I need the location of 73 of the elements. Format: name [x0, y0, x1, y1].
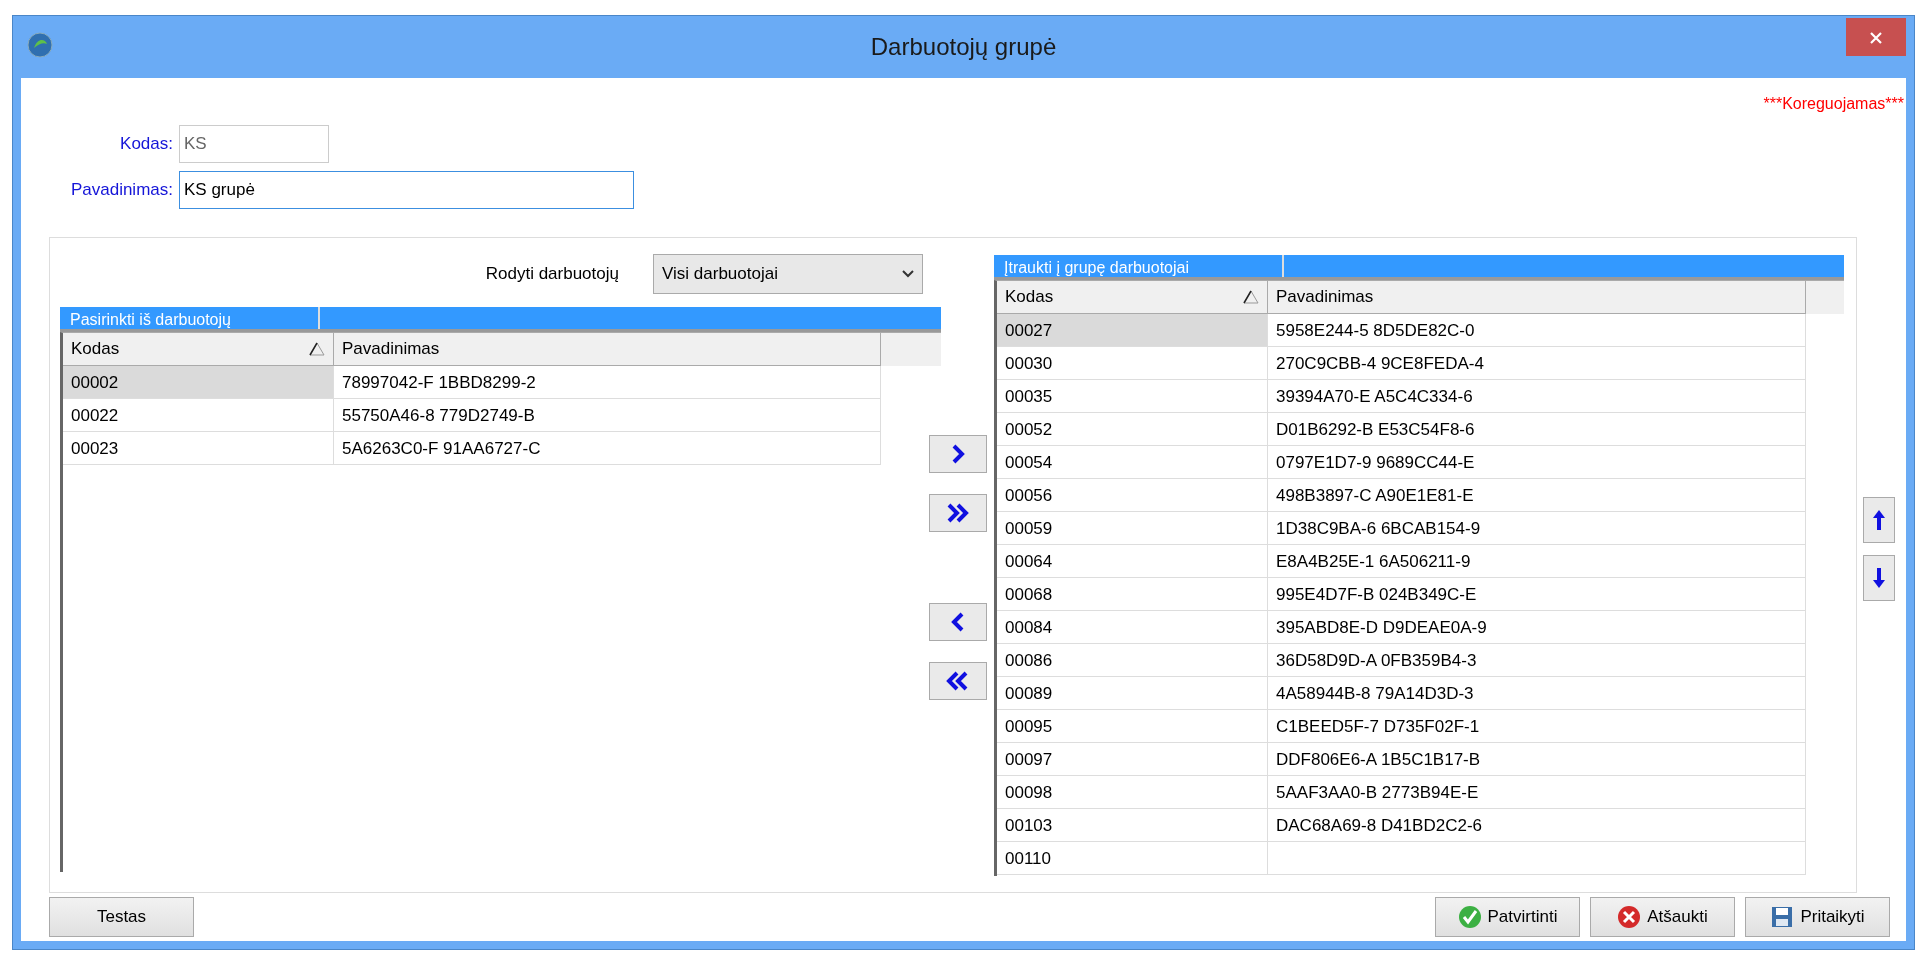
table-cell[interactable]: 5A6263C0-F 91AA6727-C [334, 432, 881, 465]
table-cell[interactable]: 00056 [997, 479, 1268, 512]
table-cell[interactable]: 4A58944B-8 79A14D3D-3 [1268, 677, 1806, 710]
table-cell[interactable]: 5958E244-5 8D5DE82C-0 [1268, 314, 1806, 347]
table-cell[interactable]: 00103 [997, 809, 1268, 842]
move-up-button[interactable] [1863, 497, 1895, 543]
table-cell[interactable]: C1BEED5F-7 D735F02F-1 [1268, 710, 1806, 743]
table-cell[interactable]: DDF806E6-A 1B5C1B17-B [1268, 743, 1806, 776]
sort-icon [309, 342, 325, 356]
move-down-button[interactable] [1863, 555, 1895, 601]
table-cell[interactable]: 00097 [997, 743, 1268, 776]
table-cell[interactable]: 55750A46-8 779D2749-B [334, 399, 881, 432]
sort-icon [1243, 290, 1259, 304]
cancel-icon [1617, 905, 1642, 929]
window-title: Darbuotojų grupė [870, 32, 1057, 62]
table-cell[interactable]: 78997042-F 1BBD8299-2 [334, 366, 881, 399]
table-cell[interactable]: 00002 [63, 366, 334, 399]
chevron-left-icon [951, 612, 965, 632]
table-cell[interactable]: 00086 [997, 644, 1268, 677]
table-cell[interactable]: 00089 [997, 677, 1268, 710]
apply-button[interactable]: Pritaikyti [1745, 897, 1890, 937]
move-left-button[interactable] [929, 603, 987, 641]
table-cell[interactable]: E8A4B25E-1 6A506211-9 [1268, 545, 1806, 578]
table-cell[interactable]: 270C9CBB-4 9CE8FEDA-4 [1268, 347, 1806, 380]
panel-title: Įtraukti į grupę darbuotojai [994, 255, 1284, 277]
text-field[interactable]: KS grupė [179, 171, 634, 209]
field-label: Kodas: [119, 133, 174, 156]
table-cell[interactable]: 00059 [997, 512, 1268, 545]
table-cell[interactable]: 1D38C9BA-6 6BCAB154-9 [1268, 512, 1806, 545]
move-all-left-button[interactable] [929, 662, 987, 700]
app-logo-icon [27, 32, 53, 58]
double-chevron-left-icon [946, 671, 970, 691]
field-label: Pavadinimas: [69, 179, 174, 202]
filter-label: Rodyti darbuotojų [485, 263, 619, 286]
table-cell[interactable]: 498B3897-C A90E1E81-E [1268, 479, 1806, 512]
table-cell[interactable]: 00098 [997, 776, 1268, 809]
cancel-button[interactable]: Atšaukti [1590, 897, 1735, 937]
table-cell[interactable]: 00054 [997, 446, 1268, 479]
check-icon [1457, 905, 1482, 929]
table-cell[interactable]: 00064 [997, 545, 1268, 578]
confirm-button[interactable]: Patvirtinti [1435, 897, 1580, 937]
table-cell[interactable]: 00030 [997, 347, 1268, 380]
table-cell[interactable]: 00110 [997, 842, 1268, 875]
table-cell[interactable]: 00027 [997, 314, 1268, 347]
table-cell[interactable]: DAC68A69-8 D41BD2C2-6 [1268, 809, 1806, 842]
chevron-right-icon [951, 444, 965, 464]
close-button[interactable] [1846, 18, 1906, 56]
double-chevron-right-icon [946, 503, 970, 523]
status-label: ***Koreguojamas*** [1763, 94, 1904, 114]
chevron-down-icon [902, 270, 914, 278]
table-cell[interactable]: 39394A70-E A5C4C334-6 [1268, 380, 1806, 413]
table-cell[interactable]: 00022 [63, 399, 334, 432]
table-cell[interactable]: 395ABD8E-D D9DEAE0A-9 [1268, 611, 1806, 644]
employee-filter-dropdown[interactable]: Visi darbuotojai [653, 254, 923, 294]
table-cell[interactable]: 00095 [997, 710, 1268, 743]
test-button[interactable]: Testas [49, 897, 194, 937]
close-icon [1869, 31, 1883, 46]
arrow-up-icon [1872, 509, 1886, 531]
table-cell[interactable]: D01B6292-B E53C54F8-6 [1268, 413, 1806, 446]
table-cell[interactable]: 00052 [997, 413, 1268, 446]
table-cell[interactable]: 00068 [997, 578, 1268, 611]
table-cell[interactable]: 36D58D9D-A 0FB359B4-3 [1268, 644, 1806, 677]
arrow-down-icon [1872, 567, 1886, 589]
panel-title: Pasirinkti iš darbuotojų [60, 307, 320, 329]
table-cell[interactable]: 00035 [997, 380, 1268, 413]
table-cell[interactable]: 0797E1D7-9 9689CC44-E [1268, 446, 1806, 479]
move-right-button[interactable] [929, 435, 987, 473]
table-cell[interactable] [1268, 842, 1806, 875]
table-cell[interactable]: 00084 [997, 611, 1268, 644]
table-cell[interactable]: 00023 [63, 432, 334, 465]
table-cell[interactable]: 995E4D7F-B 024B349C-E [1268, 578, 1806, 611]
table-cell[interactable]: 5AAF3AA0-B 2773B94E-E [1268, 776, 1806, 809]
move-all-right-button[interactable] [929, 494, 987, 532]
